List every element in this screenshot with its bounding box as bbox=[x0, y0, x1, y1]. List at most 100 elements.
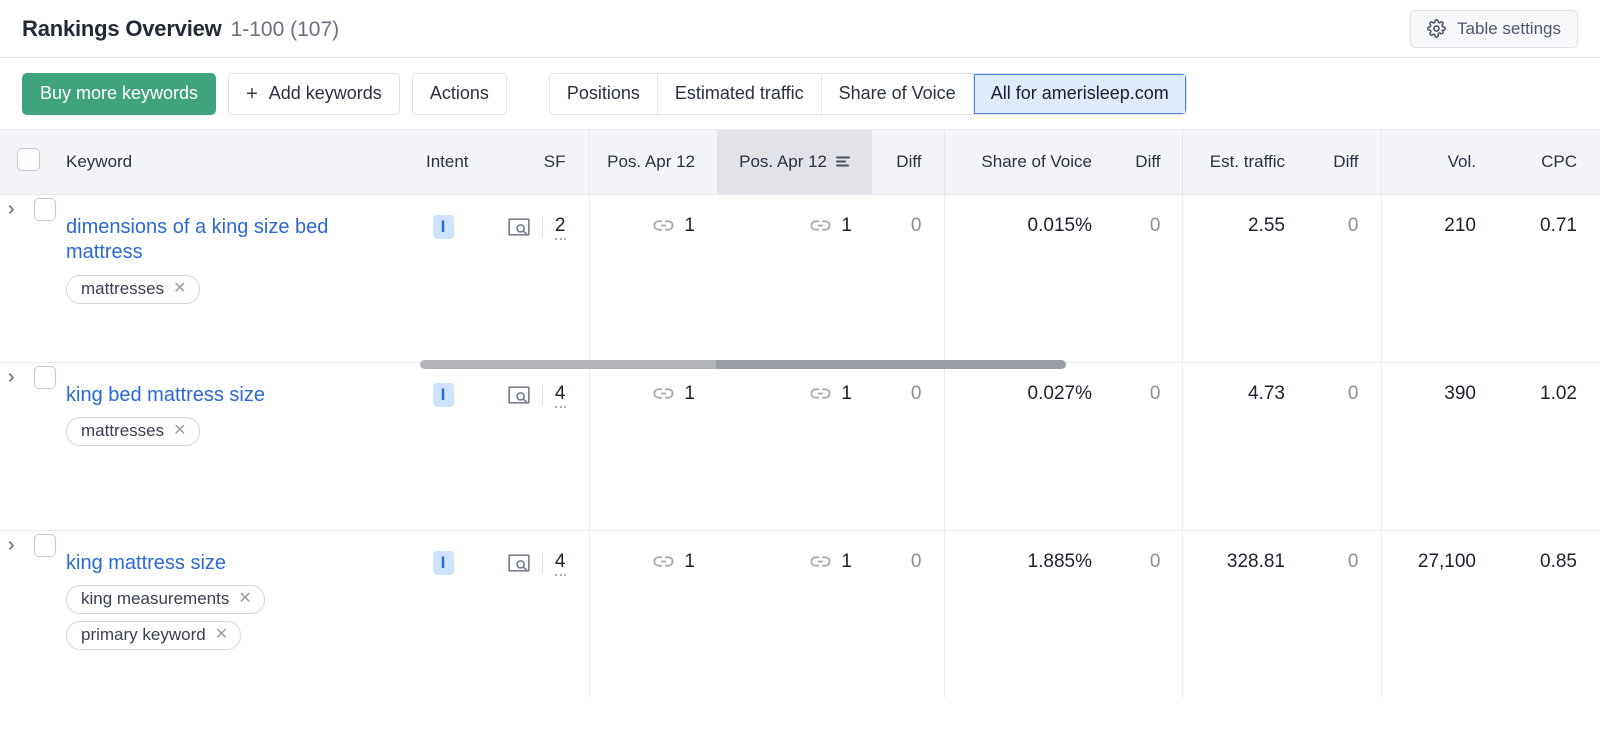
keyword-tags: mattresses ✕ bbox=[66, 275, 402, 304]
diff-3-value: 0 bbox=[1309, 530, 1381, 698]
header-cpc[interactable]: CPC bbox=[1499, 130, 1600, 194]
page-title: Rankings Overview 1-100 (107) bbox=[22, 16, 339, 42]
header-diff-2[interactable]: Diff bbox=[1112, 130, 1182, 194]
close-icon[interactable]: ✕ bbox=[173, 423, 186, 439]
position-1-cell: 1 bbox=[589, 362, 717, 530]
header-intent[interactable]: Intent bbox=[412, 130, 474, 194]
intent-badge[interactable]: I bbox=[433, 215, 454, 240]
link-icon bbox=[653, 386, 674, 401]
view-segment-group: Positions Estimated traffic Share of Voi… bbox=[549, 73, 1187, 115]
header-share-of-voice[interactable]: Share of Voice bbox=[944, 130, 1112, 194]
diff-2-value: 0 bbox=[1112, 530, 1182, 698]
sf-count[interactable]: 4 bbox=[555, 551, 566, 576]
header-diff-3[interactable]: Diff bbox=[1309, 130, 1381, 194]
serp-feature-icon[interactable] bbox=[508, 217, 530, 237]
diff-1-value: 0 bbox=[872, 362, 944, 530]
intent-badge[interactable]: I bbox=[433, 551, 454, 576]
share-of-voice-value: 0.027% bbox=[944, 362, 1112, 530]
keyword-cell: king mattress size king measurements ✕ p… bbox=[56, 530, 412, 698]
position-2-value: 1 bbox=[841, 551, 852, 573]
header-diff-1[interactable]: Diff bbox=[872, 130, 944, 194]
horizontal-scrollbar[interactable] bbox=[420, 360, 1060, 369]
plus-icon: + bbox=[246, 84, 258, 104]
est-traffic-value: 328.81 bbox=[1182, 530, 1309, 698]
buy-more-keywords-button[interactable]: Buy more keywords bbox=[22, 73, 216, 115]
add-keywords-label: Add keywords bbox=[269, 83, 382, 104]
row-checkbox[interactable] bbox=[34, 366, 56, 389]
volume-value: 27,100 bbox=[1381, 530, 1499, 698]
sf-cell: 4 bbox=[474, 362, 589, 530]
tab-share-of-voice[interactable]: Share of Voice bbox=[822, 74, 974, 114]
position-2-cell: 1 bbox=[717, 362, 872, 530]
toolbar: Buy more keywords + Add keywords Actions… bbox=[0, 58, 1600, 130]
close-icon[interactable]: ✕ bbox=[173, 281, 186, 297]
actions-button[interactable]: Actions bbox=[412, 73, 507, 115]
intent-badge[interactable]: I bbox=[433, 383, 454, 408]
sf-count[interactable]: 2 bbox=[555, 215, 566, 240]
cpc-value: 0.71 bbox=[1499, 194, 1600, 362]
tab-estimated-traffic[interactable]: Estimated traffic bbox=[658, 74, 822, 114]
table-row[interactable]: › king bed mattress size mattresses ✕ bbox=[0, 362, 1600, 530]
close-icon[interactable]: ✕ bbox=[215, 627, 228, 643]
row-checkbox[interactable] bbox=[34, 534, 56, 557]
sf-cell: 4 bbox=[474, 530, 589, 698]
header-keyword[interactable]: Keyword bbox=[56, 130, 412, 194]
sf-count[interactable]: 4 bbox=[555, 383, 566, 408]
close-icon[interactable]: ✕ bbox=[238, 591, 251, 607]
header-pos-2[interactable]: Pos. Apr 12 bbox=[717, 130, 872, 194]
header-sf[interactable]: SF bbox=[474, 130, 589, 194]
expand-row-icon[interactable]: › bbox=[0, 533, 22, 557]
keyword-tag[interactable]: mattresses ✕ bbox=[66, 275, 200, 304]
position-1-value: 1 bbox=[684, 215, 695, 237]
link-icon bbox=[810, 218, 831, 233]
sf-divider bbox=[542, 552, 543, 574]
table-settings-label: Table settings bbox=[1457, 19, 1561, 39]
row-checkbox[interactable] bbox=[34, 198, 56, 221]
keyword-tag[interactable]: king measurements ✕ bbox=[66, 585, 265, 614]
sort-descending-icon bbox=[835, 155, 852, 168]
keyword-link[interactable]: king bed mattress size bbox=[66, 383, 402, 409]
table-body: › dimensions of a king size bed mattress… bbox=[0, 194, 1600, 698]
expand-row-icon[interactable]: › bbox=[0, 365, 22, 389]
link-icon bbox=[653, 554, 674, 569]
table-row[interactable]: › dimensions of a king size bed mattress… bbox=[0, 194, 1600, 362]
link-icon bbox=[653, 218, 674, 233]
diff-3-value: 0 bbox=[1309, 362, 1381, 530]
tab-all-for-domain[interactable]: All for amerisleep.com bbox=[974, 74, 1186, 114]
expand-row-icon[interactable]: › bbox=[0, 197, 22, 221]
serp-feature-icon[interactable] bbox=[508, 385, 530, 405]
keyword-tag[interactable]: mattresses ✕ bbox=[66, 417, 200, 446]
tab-positions[interactable]: Positions bbox=[550, 74, 658, 114]
table-row[interactable]: › king mattress size king measurements ✕ bbox=[0, 530, 1600, 698]
position-2-cell: 1 bbox=[717, 530, 872, 698]
rankings-overview-page: Rankings Overview 1-100 (107) Table sett… bbox=[0, 0, 1600, 730]
add-keywords-button[interactable]: + Add keywords bbox=[228, 73, 400, 115]
serp-feature-icon[interactable] bbox=[508, 553, 530, 573]
cpc-value: 1.02 bbox=[1499, 362, 1600, 530]
row-select-cell: › bbox=[0, 362, 56, 530]
sf-divider bbox=[542, 216, 543, 238]
table-settings-button[interactable]: Table settings bbox=[1410, 10, 1578, 48]
rankings-table-wrapper: Keyword Intent SF Pos. Apr 12 Pos. Apr 1… bbox=[0, 130, 1600, 698]
gear-icon bbox=[1427, 19, 1446, 38]
tag-label: mattresses bbox=[81, 279, 164, 299]
position-1-cell: 1 bbox=[589, 194, 717, 362]
tag-label: primary keyword bbox=[81, 625, 206, 645]
tag-label: mattresses bbox=[81, 421, 164, 441]
keyword-link[interactable]: dimensions of a king size bed mattress bbox=[66, 215, 402, 266]
diff-2-value: 0 bbox=[1112, 362, 1182, 530]
intent-cell: I bbox=[412, 362, 474, 530]
share-of-voice-value: 1.885% bbox=[944, 530, 1112, 698]
keyword-link[interactable]: king mattress size bbox=[66, 551, 402, 577]
header-pos-1[interactable]: Pos. Apr 12 bbox=[589, 130, 717, 194]
table-header-row: Keyword Intent SF Pos. Apr 12 Pos. Apr 1… bbox=[0, 130, 1600, 194]
row-select-cell: › bbox=[0, 194, 56, 362]
horizontal-scrollbar-thumb[interactable] bbox=[716, 360, 1066, 369]
select-all-checkbox[interactable] bbox=[17, 148, 40, 171]
header-est-traffic[interactable]: Est. traffic bbox=[1182, 130, 1309, 194]
intent-cell: I bbox=[412, 530, 474, 698]
header-volume[interactable]: Vol. bbox=[1381, 130, 1499, 194]
keyword-tag[interactable]: primary keyword ✕ bbox=[66, 621, 241, 650]
sf-cell: 2 bbox=[474, 194, 589, 362]
keyword-tags: king measurements ✕ primary keyword ✕ bbox=[66, 585, 402, 650]
